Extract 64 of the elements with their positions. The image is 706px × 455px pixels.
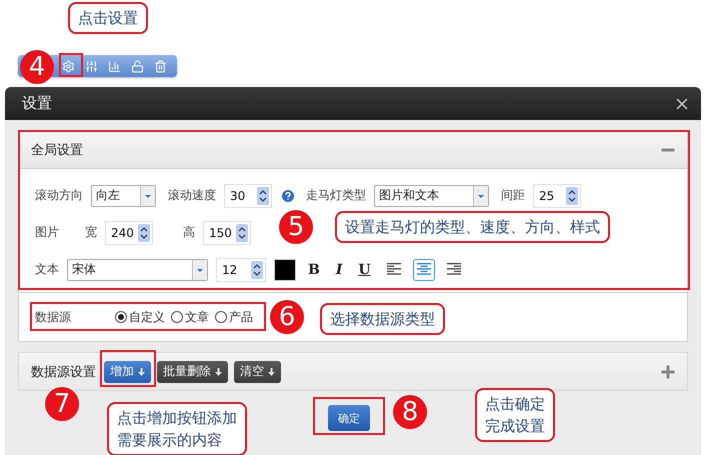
callout-text: 选择数据源类型: [320, 303, 445, 335]
down-arrow-icon: [268, 368, 275, 376]
bold-button[interactable]: B: [304, 262, 324, 278]
highlight-frame: [313, 397, 385, 435]
sliders-icon[interactable]: [85, 60, 98, 72]
align-center-icon: [416, 263, 431, 276]
field-label: 图片: [35, 224, 59, 241]
radio-icon[interactable]: [215, 311, 227, 323]
help-icon[interactable]: [280, 188, 296, 204]
italic-button[interactable]: I: [332, 262, 346, 278]
speed-field[interactable]: 30: [224, 184, 272, 208]
radio-option[interactable]: 文章: [171, 308, 209, 326]
align-right-icon: [446, 263, 461, 276]
radio-icon[interactable]: [171, 311, 183, 323]
spinner-arrows-icon[interactable]: [257, 186, 269, 204]
settings-icon[interactable]: [62, 60, 75, 72]
down-arrow-icon: [215, 368, 222, 376]
direction-select[interactable]: 向左: [91, 184, 156, 206]
type-select[interactable]: 图片和文本: [374, 184, 489, 206]
radio-icon[interactable]: [115, 311, 127, 323]
field-label: 走马灯类型: [306, 187, 366, 204]
field-label: 滚动速度: [168, 187, 216, 204]
align-left-icon: [386, 263, 401, 276]
bar-title: 数据源设置: [31, 364, 96, 380]
toolbar-button[interactable]: 增加: [104, 360, 151, 382]
spinner-arrows-icon[interactable]: [251, 260, 263, 278]
confirm-button[interactable]: 确定: [328, 405, 370, 431]
add-icon[interactable]: [659, 362, 677, 380]
field-label: 文本: [35, 261, 59, 278]
unlock-icon[interactable]: [131, 60, 144, 72]
color-swatch[interactable]: [274, 258, 296, 280]
callout-text: 点击设置: [68, 2, 148, 34]
gap-field[interactable]: 25: [533, 184, 581, 208]
font-size-field[interactable]: 12: [216, 258, 266, 282]
width-field[interactable]: 240: [105, 220, 153, 244]
panel-title: 全局设置: [31, 142, 83, 158]
toolbar-button[interactable]: 清空: [234, 360, 281, 382]
down-arrow-icon: [138, 368, 145, 376]
spinner-arrows-icon[interactable]: [236, 224, 248, 242]
field-label: 数据源: [35, 308, 71, 326]
callout-text: 设置走马灯的类型、速度、方向、样式: [335, 211, 610, 243]
underline-button[interactable]: U: [354, 262, 375, 278]
radio-label: 产品: [229, 308, 253, 326]
radio-label: 自定义: [129, 308, 165, 326]
font-select[interactable]: 宋体: [67, 258, 208, 280]
spinner-arrows-icon[interactable]: [138, 224, 150, 242]
callout-text: 点击确定 完成设置: [475, 388, 555, 442]
toolbar-button[interactable]: 批量删除: [157, 360, 228, 382]
dialog-title: 设置: [22, 94, 52, 113]
trash-icon[interactable]: [154, 60, 167, 72]
field-label: 高: [183, 224, 195, 241]
step-number: 4: [20, 50, 54, 84]
radio-label: 文章: [185, 308, 209, 326]
callout-text: 点击增加按钮添加 需要展示的内容: [107, 402, 247, 455]
field-label: 间距: [501, 187, 525, 204]
radio-option[interactable]: 自定义: [115, 308, 165, 326]
spinner-arrows-icon[interactable]: [566, 186, 578, 204]
bar-chart-icon[interactable]: [108, 60, 121, 72]
height-field[interactable]: 150: [203, 220, 251, 244]
highlight-frame: [100, 350, 156, 387]
highlight-frame: [59, 53, 83, 77]
radio-option[interactable]: 产品: [215, 308, 253, 326]
field-label: 宽: [85, 224, 97, 241]
field-label: 滚动方向: [35, 187, 83, 204]
